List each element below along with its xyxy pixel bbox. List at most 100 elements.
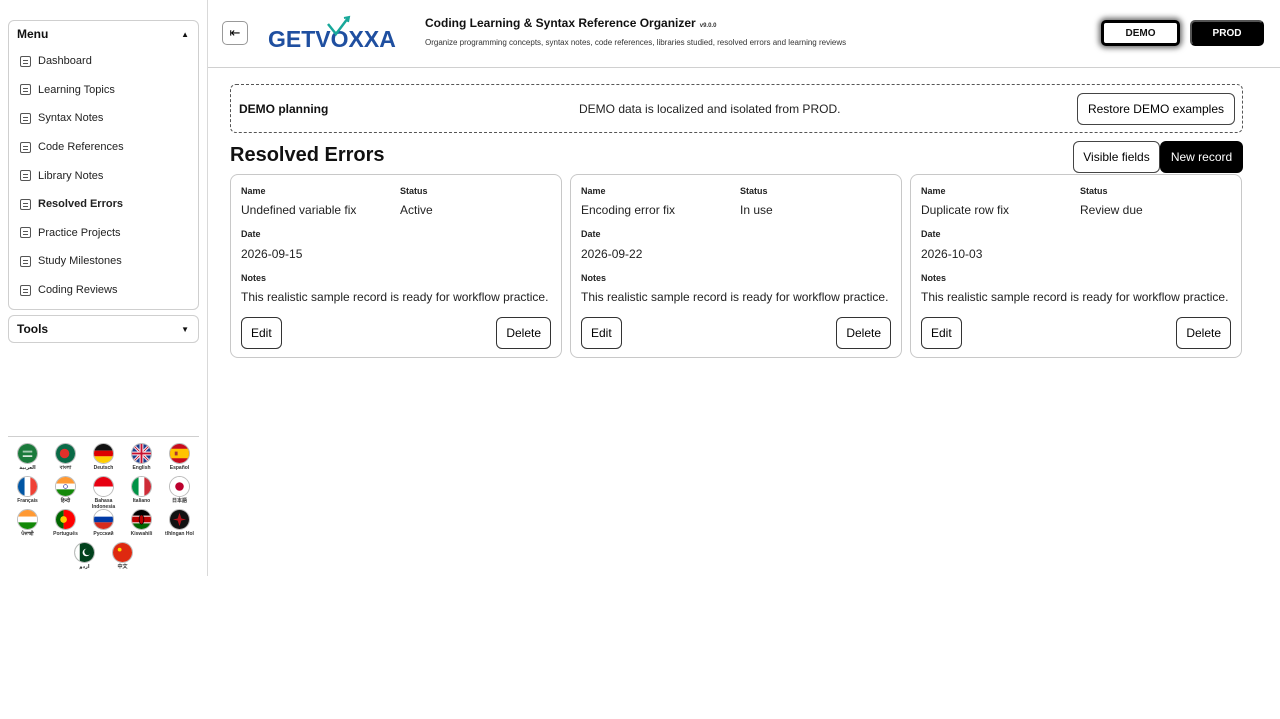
record-name: Encoding error fix [581,203,676,217]
language-it[interactable]: Italiano [123,476,161,509]
sidebar-item-label: Learning Topics [38,83,115,96]
sidebar-item-library-notes[interactable]: Library Notes [9,161,198,190]
notes-label: Notes [921,273,947,283]
russia-flag-icon [93,509,114,530]
language-picker: العربية বাংলা Deutsch English Español Fr… [8,436,199,575]
klingon-emblem-icon [169,509,190,530]
language-pa[interactable]: ਪੰਜਾਬੀ [9,509,47,542]
language-id[interactable]: Bahasa Indonesia [85,476,123,510]
sidebar-item-code-references[interactable]: Code References [9,133,198,162]
china-flag-icon [112,542,133,563]
restore-demo-button[interactable]: Restore DEMO examples [1076,93,1235,125]
language-label: اردو [79,564,90,570]
notes-label: Notes [241,273,267,283]
document-icon [20,84,31,96]
sidebar-item-label: Coding Reviews [38,284,118,297]
sidebar-item-practice-projects[interactable]: Practice Projects [9,219,198,248]
date-label: Date [581,229,601,239]
language-es[interactable]: Español [161,443,199,476]
document-icon [20,170,31,182]
language-en[interactable]: English [123,443,161,476]
tools-title: Tools [17,322,49,336]
japan-flag-icon [169,476,190,497]
app-subtitle: Organize programming concepts, syntax no… [425,38,847,47]
language-pt[interactable]: Português [47,509,85,542]
record-name: Duplicate row fix [921,203,1010,217]
language-ja[interactable]: 日本語 [161,476,199,509]
menu-list: Dashboard Learning Topics Syntax Notes C… [9,47,198,304]
sidebar-item-label: Practice Projects [38,226,121,239]
status-label: Status [740,186,768,196]
document-icon [20,198,31,210]
delete-button[interactable]: Delete [1176,317,1231,349]
language-sw[interactable]: Kiswahili [123,509,161,542]
document-icon [20,141,31,153]
language-fr[interactable]: Français [9,476,47,509]
language-label: 日本語 [171,498,187,504]
language-de[interactable]: Deutsch [85,443,123,476]
record-date: 2026-09-15 [241,247,303,261]
record-date: 2026-09-22 [581,247,643,261]
visible-fields-button[interactable]: Visible fields [1073,141,1160,173]
document-icon [20,255,31,267]
tools-header[interactable]: Tools ▼ [9,316,198,342]
sidebar-item-coding-reviews[interactable]: Coding Reviews [9,276,198,305]
language-ru[interactable]: Русский [85,509,123,542]
record-status: In use [740,203,773,217]
language-label: Italiano [132,498,151,504]
language-zh[interactable]: 中文 [104,542,142,575]
sidebar-item-dashboard[interactable]: Dashboard [9,47,198,76]
tools-panel: Tools ▼ [8,315,199,343]
delete-button[interactable]: Delete [836,317,891,349]
sidebar-item-resolved-errors[interactable]: Resolved Errors [9,190,198,219]
saudi-flag-icon [17,443,38,464]
name-label: Name [581,186,606,196]
app-title-block: Coding Learning & Syntax Reference Organ… [425,16,716,30]
delete-button[interactable]: Delete [496,317,551,349]
new-record-button[interactable]: New record [1160,141,1243,173]
france-flag-icon [17,476,38,497]
record-card: Name Status Undefined variable fix Activ… [230,174,562,358]
status-label: Status [400,186,428,196]
sidebar-item-label: Resolved Errors [38,198,123,211]
record-status: Active [400,203,433,217]
top-bar: ⇤ GETVOXXA Coding Learning & Syntax Refe… [208,0,1280,68]
language-ar[interactable]: العربية [9,443,47,476]
kenya-flag-icon [131,509,152,530]
chevron-up-icon[interactable]: ▲ [181,30,189,39]
date-label: Date [241,229,261,239]
date-label: Date [921,229,941,239]
sidebar-item-learning-topics[interactable]: Learning Topics [9,76,198,105]
edit-button[interactable]: Edit [241,317,282,349]
sidebar-item-syntax-notes[interactable]: Syntax Notes [9,104,198,133]
language-ur[interactable]: اردو [66,542,104,575]
env-demo-button[interactable]: DEMO [1101,20,1180,46]
spain-flag-icon [169,443,190,464]
sidebar-collapse-button[interactable]: ⇤ [222,21,248,45]
language-tlh[interactable]: tlhIngan Hol [161,509,199,542]
language-hi[interactable]: हिन्दी [47,476,85,509]
document-icon [20,227,31,239]
language-label: Kiswahili [130,531,153,537]
language-bn[interactable]: বাংলা [47,443,85,476]
edit-button[interactable]: Edit [921,317,962,349]
record-status: Review due [1080,203,1143,217]
record-card: Name Status Duplicate row fix Review due… [910,174,1242,358]
sidebar-item-study-milestones[interactable]: Study Milestones [9,247,198,276]
record-notes: This realistic sample record is ready fo… [241,290,549,304]
app-version: v9.0.0 [699,23,717,29]
language-label: Deutsch [93,465,114,471]
edit-button[interactable]: Edit [581,317,622,349]
chevron-down-icon[interactable]: ▼ [181,325,189,334]
sidebar-item-label: Syntax Notes [38,112,104,125]
pakistan-flag-icon [74,542,95,563]
bangladesh-flag-icon [55,443,76,464]
menu-header[interactable]: Menu ▲ [9,21,198,47]
env-prod-button[interactable]: PROD [1190,20,1264,46]
language-label: Español [169,465,190,471]
record-date: 2026-10-03 [921,247,983,261]
record-notes: This realistic sample record is ready fo… [921,290,1229,304]
app-title: Coding Learning & Syntax Reference Organ… [425,16,696,30]
record-card: Name Status Encoding error fix In use Da… [570,174,902,358]
demo-banner: DEMO planning DEMO data is localized and… [230,84,1243,133]
